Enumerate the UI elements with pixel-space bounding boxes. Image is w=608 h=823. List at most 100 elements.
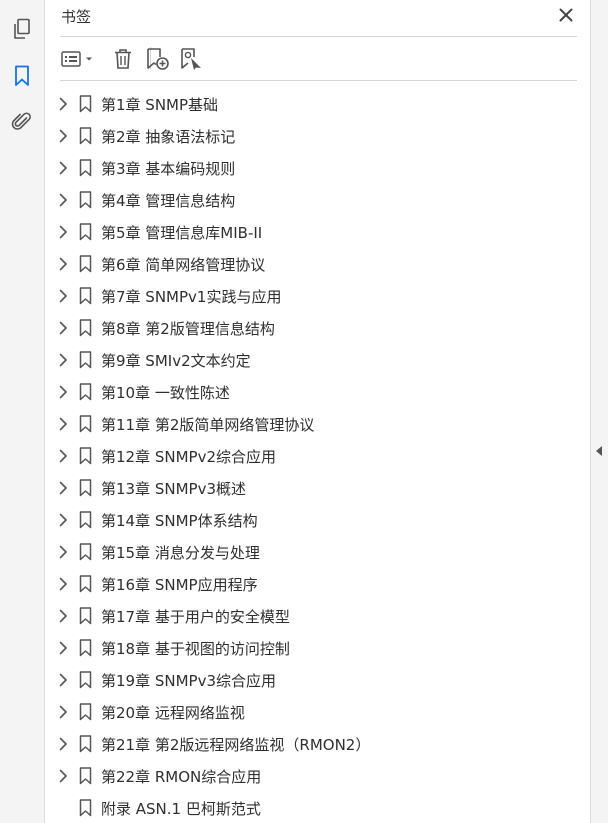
bookmark-toolbar [60, 44, 577, 74]
chevron-right-icon[interactable] [56, 704, 70, 720]
bookmark-item[interactable]: 第16章 SNMP应用程序 [45, 568, 590, 600]
bookmark-ribbon-icon [78, 287, 92, 305]
bookmark-label: 第6章 简单网络管理协议 [101, 256, 266, 274]
bookmark-item[interactable]: 第17章 基于用户的安全模型 [45, 600, 590, 632]
bookmark-item[interactable]: 第18章 基于视图的访问控制 [45, 632, 590, 664]
bookmark-label: 第10章 一致性陈述 [101, 384, 230, 402]
bookmark-item[interactable]: 第21章 第2版远程网络监视（RMON2） [45, 728, 590, 760]
bookmark-item[interactable]: 第6章 简单网络管理协议 [45, 248, 590, 280]
chevron-right-icon[interactable] [56, 320, 70, 336]
panel-splitter[interactable] [590, 0, 608, 823]
bookmark-label: 第13章 SNMPv3概述 [101, 480, 247, 498]
chevron-right-icon[interactable] [56, 672, 70, 688]
bookmark-ribbon-icon [78, 191, 92, 209]
chevron-right-icon[interactable] [56, 512, 70, 528]
bookmark-label: 第3章 基本编码规则 [101, 160, 236, 178]
bookmark-item[interactable]: 附录 ASN.1 巴柯斯范式 [45, 792, 590, 823]
bookmark-ribbon-icon [78, 511, 92, 529]
bookmark-ribbon-icon [78, 127, 92, 145]
bookmark-ribbon-icon [78, 159, 92, 177]
bookmark-label: 第16章 SNMP应用程序 [101, 576, 258, 594]
delete-icon[interactable] [110, 44, 136, 74]
chevron-right-icon[interactable] [56, 544, 70, 560]
chevron-right-icon[interactable] [56, 480, 70, 496]
bookmark-label: 第4章 管理信息结构 [101, 192, 236, 210]
attachment-icon[interactable] [9, 109, 35, 135]
bookmark-item[interactable]: 第8章 第2版管理信息结构 [45, 312, 590, 344]
chevron-right-icon[interactable] [56, 448, 70, 464]
bookmark-ribbon-icon [78, 735, 92, 753]
bookmark-ribbon-icon [78, 479, 92, 497]
bookmark-ribbon-icon [78, 543, 92, 561]
bookmark-item[interactable]: 第12章 SNMPv2综合应用 [45, 440, 590, 472]
bookmark-label: 附录 ASN.1 巴柯斯范式 [101, 800, 261, 818]
bookmark-ribbon-icon [78, 671, 92, 689]
chevron-right-icon[interactable] [56, 608, 70, 624]
bookmark-ribbon-icon [78, 575, 92, 593]
bookmark-item[interactable]: 第7章 SNMPv1实践与应用 [45, 280, 590, 312]
bookmark-label: 第18章 基于视图的访问控制 [101, 640, 290, 658]
bookmark-item[interactable]: 第13章 SNMPv3概述 [45, 472, 590, 504]
title-divider [60, 36, 577, 37]
chevron-right-icon[interactable] [56, 768, 70, 784]
bookmark-ribbon-icon [78, 639, 92, 657]
bookmark-item[interactable]: 第14章 SNMP体系结构 [45, 504, 590, 536]
bookmark-label: 第2章 抽象语法标记 [101, 128, 236, 146]
chevron-right-icon[interactable] [56, 256, 70, 272]
bookmark-label: 第20章 远程网络监视 [101, 704, 245, 722]
bookmark-label: 第21章 第2版远程网络监视（RMON2） [101, 736, 371, 754]
bookmark-ribbon-icon [78, 447, 92, 465]
bookmark-item[interactable]: 第9章 SMIv2文本约定 [45, 344, 590, 376]
bookmark-label: 第5章 管理信息库MIB-II [101, 224, 263, 242]
bookmark-label: 第7章 SNMPv1实践与应用 [101, 288, 282, 306]
bookmark-ribbon-icon [78, 351, 92, 369]
bookmark-item[interactable]: 第15章 消息分发与处理 [45, 536, 590, 568]
chevron-right-icon[interactable] [56, 352, 70, 368]
bookmark-ribbon-icon [78, 799, 92, 817]
bookmark-item[interactable]: 第3章 基本编码规则 [45, 152, 590, 184]
chevron-right-icon[interactable] [56, 128, 70, 144]
chevron-right-icon[interactable] [56, 640, 70, 656]
bookmark-label: 第11章 第2版简单网络管理协议 [101, 416, 315, 434]
options-menu-icon[interactable] [60, 44, 96, 74]
bookmark-label: 第8章 第2版管理信息结构 [101, 320, 275, 338]
chevron-right-icon[interactable] [56, 96, 70, 112]
new-bookmark-icon[interactable] [144, 44, 172, 74]
new-bookmark-from-structure-icon[interactable] [178, 44, 206, 74]
bookmark-icon[interactable] [9, 63, 35, 89]
bookmark-item[interactable]: 第22章 RMON综合应用 [45, 760, 590, 792]
chevron-right-icon[interactable] [56, 192, 70, 208]
bookmark-ribbon-icon [78, 319, 92, 337]
chevron-right-icon[interactable] [56, 224, 70, 240]
chevron-right-icon[interactable] [56, 736, 70, 752]
bookmark-item[interactable]: 第11章 第2版简单网络管理协议 [45, 408, 590, 440]
panel-title: 书签 [61, 8, 92, 26]
navigation-rail [0, 0, 45, 823]
bookmark-item[interactable]: 第20章 远程网络监视 [45, 696, 590, 728]
bookmarks-pane: 书签 第1章 SNMP基础 第2章 抽象语法标记 第3章 基本编码规则 第4章 … [0, 0, 608, 823]
bookmark-item[interactable]: 第1章 SNMP基础 [45, 88, 590, 120]
bookmark-ribbon-icon [78, 767, 92, 785]
bookmark-label: 第15章 消息分发与处理 [101, 544, 260, 562]
chevron-right-icon[interactable] [56, 160, 70, 176]
bookmark-list: 第1章 SNMP基础 第2章 抽象语法标记 第3章 基本编码规则 第4章 管理信息结构… [45, 88, 590, 823]
bookmark-label: 第12章 SNMPv2综合应用 [101, 448, 277, 466]
chevron-right-icon[interactable] [56, 384, 70, 400]
bookmark-item[interactable]: 第10章 一致性陈述 [45, 376, 590, 408]
bookmark-ribbon-icon [78, 255, 92, 273]
bookmark-item[interactable]: 第2章 抽象语法标记 [45, 120, 590, 152]
bookmark-item[interactable]: 第5章 管理信息库MIB-II [45, 216, 590, 248]
chevron-right-icon[interactable] [56, 576, 70, 592]
chevron-right-icon[interactable] [56, 416, 70, 432]
bookmark-label: 第9章 SMIv2文本约定 [101, 352, 251, 370]
bookmark-label: 第1章 SNMP基础 [101, 96, 219, 114]
bookmark-item[interactable]: 第19章 SNMPv3综合应用 [45, 664, 590, 696]
close-icon[interactable] [554, 3, 578, 27]
chevron-right-icon[interactable] [56, 288, 70, 304]
bookmark-ribbon-icon [78, 607, 92, 625]
pages-icon[interactable] [9, 16, 35, 42]
collapse-arrow-icon[interactable] [596, 446, 602, 456]
bookmarks-panel: 书签 第1章 SNMP基础 第2章 抽象语法标记 第3章 基本编码规则 第4章 … [45, 0, 590, 823]
bookmark-item[interactable]: 第4章 管理信息结构 [45, 184, 590, 216]
bookmark-ribbon-icon [78, 383, 92, 401]
